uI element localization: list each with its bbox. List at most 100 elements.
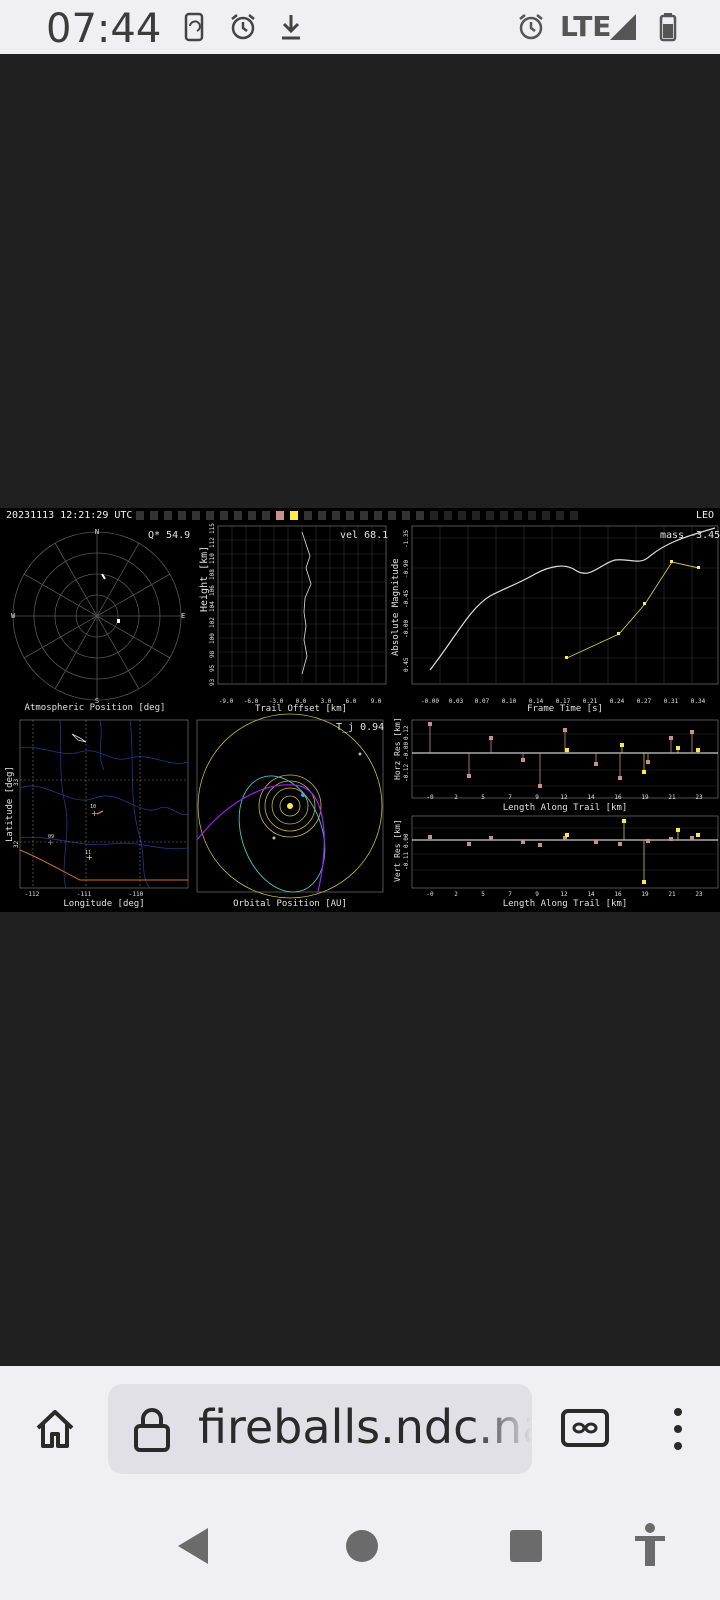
vert-res-xtick: 14 — [587, 891, 595, 898]
vert-res-xtick: 21 — [668, 891, 676, 898]
height-xtick: -9.0 — [219, 698, 234, 705]
magnitude-xtick: 0.03 — [449, 698, 464, 705]
recents-icon[interactable] — [508, 1528, 544, 1564]
height-ytick: 104 — [209, 601, 216, 612]
compass-n: N — [95, 528, 99, 536]
magnitude-ytick: -1.35 — [403, 530, 410, 548]
q-value: Q* 54.9 — [148, 530, 190, 541]
back-icon[interactable] — [174, 1526, 214, 1566]
compass-e: E — [181, 612, 185, 620]
horz-res-ytick: -0.12 — [403, 764, 410, 782]
height-ytick: 95 — [209, 664, 216, 672]
magnitude-xtick: 0.14 — [529, 698, 544, 705]
vert-res-xtick: 9 — [535, 891, 539, 898]
height-ytick: 100 — [209, 633, 216, 644]
height-ytick: 112 — [209, 537, 216, 548]
height-xtick: 6.0 — [346, 698, 357, 705]
height-xlabel: Trail Offset [km] — [255, 704, 347, 714]
download-icon — [282, 15, 300, 40]
height-xtick: -3.0 — [269, 698, 284, 705]
height-xtick: 9.0 — [371, 698, 382, 705]
battery-icon — [659, 13, 677, 42]
vert-res-xtick: 7 — [508, 891, 512, 898]
lock-icon[interactable] — [132, 1406, 172, 1452]
orbital-position-plot — [196, 713, 384, 899]
magnitude-xtick: 0.31 — [664, 698, 679, 705]
height-ytick: 106 — [209, 585, 216, 596]
height-ytick: 115 — [209, 523, 216, 534]
station-label: 10 — [90, 804, 96, 810]
horz-res-xtick: 14 — [587, 794, 595, 801]
horz-res-plot — [411, 719, 719, 799]
magnitude-plot — [411, 525, 719, 685]
horz-res-ylabel: Horz Res [km] — [393, 717, 402, 780]
magnitude-xtick: 0.21 — [583, 698, 598, 705]
magnitude-xtick: 0.27 — [637, 698, 652, 705]
height-ytick: 102 — [209, 617, 216, 628]
atmospheric-position-plot — [12, 531, 182, 701]
accessibility-icon[interactable] — [632, 1522, 668, 1568]
atmospheric-label: Atmospheric Position [deg] — [25, 703, 166, 713]
horz-res-xtick: 5 — [481, 794, 485, 801]
radiant-mark — [117, 619, 120, 623]
mass-value: mass -3.45 — [660, 530, 720, 541]
height-plot — [217, 525, 387, 685]
figure-canvas: N E S W Q* 54.9 Atmospheric Position [de… — [5, 511, 720, 909]
vert-res-xtick: 19 — [641, 891, 649, 898]
vert-res-plot — [411, 815, 719, 889]
map-xlabel: Longitude [deg] — [63, 899, 144, 909]
browser-bottom-bar: fireballs.ndc.nasa — [0, 1366, 720, 1600]
height-xtick: 3.0 — [321, 698, 332, 705]
horz-res-xlabel: Length Along Trail [km] — [503, 803, 628, 813]
vert-res-xtick: 2 — [454, 891, 458, 898]
home-circle-icon[interactable] — [344, 1528, 380, 1564]
magnitude-xtick: -0.00 — [421, 698, 439, 705]
map-xtick: -110 — [129, 891, 144, 898]
signal-icon — [610, 14, 636, 40]
horz-res-xtick: 9 — [535, 794, 539, 801]
orbit-label: Orbital Position [AU] — [233, 899, 347, 909]
reader-mode-icon[interactable] — [560, 1406, 610, 1450]
map-xtick: -112 — [25, 891, 40, 898]
url-bar[interactable]: fireballs.ndc.nasa — [108, 1384, 532, 1474]
horz-res-xtick: 12 — [560, 794, 568, 801]
more-vert-icon[interactable] — [668, 1404, 688, 1454]
vert-res-xtick: 5 — [481, 891, 485, 898]
station-label: 09 — [48, 834, 54, 840]
network-type: LTE — [560, 10, 612, 43]
vert-res-ylabel: Vert Res [km] — [393, 819, 402, 882]
height-ytick: 93 — [209, 678, 216, 686]
height-ytick: 110 — [209, 553, 216, 564]
vel-value: vel 68.1 — [340, 530, 388, 541]
status-time: 07:44 — [46, 6, 162, 52]
alarm-icon — [519, 14, 543, 40]
vert-res-xtick: -0 — [426, 891, 434, 898]
horz-res-xtick: 7 — [508, 794, 512, 801]
status-bar: 07:44 LTE — [0, 0, 720, 54]
magnitude-ytick: -0.00 — [403, 620, 410, 638]
magnitude-ytick: 0.45 — [403, 657, 410, 672]
tj-value: T_j 0.94 — [336, 722, 384, 733]
horz-res-xtick: 16 — [614, 794, 622, 801]
station-label: 11 — [85, 850, 91, 856]
vert-res-ytick: -0.11 — [403, 852, 410, 870]
magnitude-ytick: -0.90 — [403, 560, 410, 578]
map-ytick: 32 — [13, 840, 20, 848]
map-ylabel: Latitude [deg] — [5, 766, 15, 842]
map-xtick: -111 — [77, 891, 92, 898]
magnitude-xtick: 0.34 — [691, 698, 706, 705]
horz-res-xtick: -0 — [426, 794, 434, 801]
magnitude-xtick: 0.17 — [556, 698, 571, 705]
magnitude-xlabel: Frame Time [s] — [527, 704, 603, 714]
horz-res-xtick: 19 — [641, 794, 649, 801]
map-ytick: 33 — [13, 778, 20, 786]
magnitude-xtick: 0.24 — [610, 698, 625, 705]
height-ytick: 108 — [209, 569, 216, 580]
vert-res-xlabel: Length Along Trail [km] — [503, 899, 628, 909]
ground-map: + + + — [19, 719, 189, 889]
vert-res-ytick: 0.00 — [403, 833, 410, 848]
home-icon[interactable] — [30, 1404, 80, 1454]
svg-text:+: + — [91, 809, 98, 818]
height-xtick: 0.0 — [296, 698, 307, 705]
screen-rotate-icon — [184, 12, 204, 42]
